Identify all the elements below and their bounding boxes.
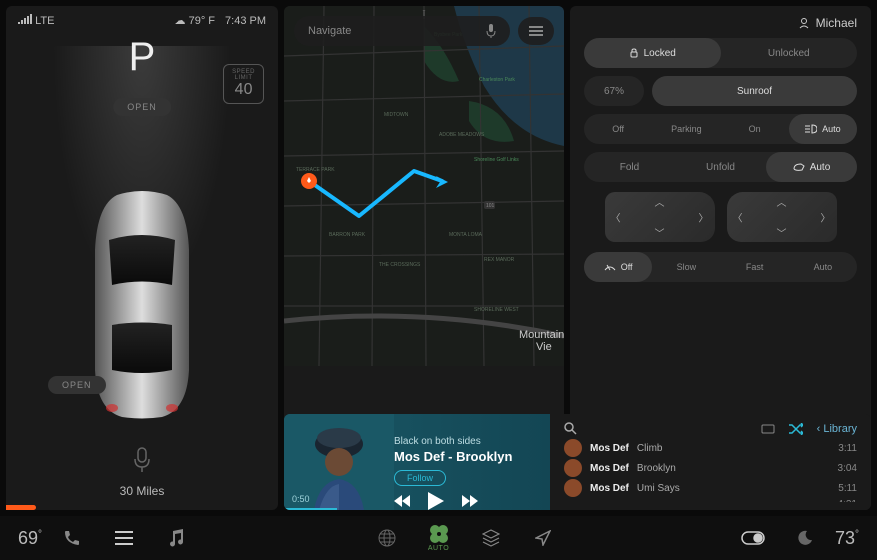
avatar xyxy=(564,439,582,457)
wiper-icon xyxy=(604,263,616,271)
chevron-right-icon[interactable]: 〉 xyxy=(821,210,831,225)
mirror-icon xyxy=(793,163,805,171)
track-row[interactable]: Mos DefUmi Says5:11 xyxy=(564,479,857,497)
lock-option-locked[interactable]: Locked xyxy=(584,38,721,68)
media-panel: Black on both sides Mos Def - Brooklyn F… xyxy=(284,414,871,510)
night-mode-button[interactable] xyxy=(783,530,827,546)
bottom-dock: 69° AUTO 73° xyxy=(0,516,877,560)
svg-text:Shoreline Golf Links: Shoreline Golf Links xyxy=(474,157,519,163)
mirrors-auto[interactable]: Auto xyxy=(766,152,857,182)
mic-button[interactable] xyxy=(6,437,278,480)
lock-option-unlocked[interactable]: Unlocked xyxy=(721,48,858,59)
avatar xyxy=(564,459,582,477)
wiper-off[interactable]: Off xyxy=(584,252,652,282)
sunroof-button[interactable]: Sunroof xyxy=(652,76,857,106)
user-icon xyxy=(798,17,810,29)
chevron-down-icon[interactable]: ﹀ xyxy=(655,225,665,240)
play-button[interactable] xyxy=(428,492,444,510)
weather: ☁ 79° F xyxy=(175,14,215,27)
lights-parking[interactable]: Parking xyxy=(652,124,720,134)
queue-icon[interactable] xyxy=(761,424,775,434)
map-canvas[interactable]: Byxbee Park Charleston Park MIDTOWN ADOB… xyxy=(284,6,564,366)
headlight-icon xyxy=(805,124,817,134)
svg-text:MONTA LOMA: MONTA LOMA xyxy=(449,232,483,238)
svg-text:MIDTOWN: MIDTOWN xyxy=(384,112,409,118)
user-profile[interactable]: Michael xyxy=(584,16,857,30)
left-mirror-adjust[interactable]: ︿ ﹀ 〈 〉 xyxy=(605,192,715,242)
navigate-input[interactable]: Navigate xyxy=(294,16,510,46)
svg-text:SHORELINE WEST: SHORELINE WEST xyxy=(474,307,519,313)
battery-accent xyxy=(6,505,36,510)
progress-bar[interactable] xyxy=(284,508,337,510)
track-title: Mos Def - Brooklyn xyxy=(394,449,542,464)
music-button[interactable] xyxy=(154,529,198,547)
chevron-down-icon[interactable]: ﹀ xyxy=(777,225,787,240)
range-display: 30 Miles xyxy=(6,480,278,510)
driver-temp[interactable]: 69° xyxy=(18,528,42,549)
lights-on[interactable]: On xyxy=(721,124,789,134)
svg-text:REX MANOR: REX MANOR xyxy=(484,257,515,263)
svg-text:THE CROSSINGS: THE CROSSINGS xyxy=(379,262,421,268)
climate-auto-button[interactable]: AUTO xyxy=(417,524,461,552)
lock-icon xyxy=(629,48,639,58)
mic-icon[interactable] xyxy=(486,24,496,38)
lights-toggle: Off Parking On Auto xyxy=(584,114,857,144)
mirrors-mode-toggle: Fold Unfold Auto xyxy=(584,152,857,182)
signal-indicator: LTE xyxy=(18,14,54,27)
search-icon[interactable] xyxy=(564,422,577,435)
track-row[interactable]: Mos DefBrooklyn3:04 xyxy=(564,459,857,477)
car-panel: LTE ☁ 79° F 7:43 PM P SPEEDLIMIT 40 OPEN xyxy=(6,6,278,510)
right-mirror-adjust[interactable]: ︿ ﹀ 〈 〉 xyxy=(727,192,837,242)
map-menu-button[interactable] xyxy=(518,17,554,45)
navigation-button[interactable] xyxy=(521,530,565,546)
svg-text:Mountain: Mountain xyxy=(519,329,564,341)
elapsed-time: 0:50 xyxy=(292,494,310,504)
avatar xyxy=(564,479,582,497)
passenger-temp[interactable]: 73° xyxy=(835,528,859,549)
chevron-right-icon[interactable]: 〉 xyxy=(699,210,709,225)
next-button[interactable] xyxy=(462,495,478,507)
track-row[interactable]: -4:21 xyxy=(564,499,857,502)
lock-toggle: Locked Unlocked xyxy=(584,38,857,68)
previous-button[interactable] xyxy=(394,495,410,507)
album-name: Black on both sides xyxy=(394,436,542,447)
menu-button[interactable] xyxy=(102,531,146,545)
toggle-button[interactable] xyxy=(731,531,775,545)
wiper-fast[interactable]: Fast xyxy=(721,262,789,272)
status-bar: LTE ☁ 79° F 7:43 PM xyxy=(6,6,278,35)
svg-text:101: 101 xyxy=(486,203,495,209)
wiper-auto[interactable]: Auto xyxy=(789,262,857,272)
trunk-button[interactable]: OPEN xyxy=(48,376,106,394)
svg-text:ADOBE MEADOWS: ADOBE MEADOWS xyxy=(439,132,485,138)
track-row[interactable]: Mos DefClimb3:11 xyxy=(564,439,857,457)
browser-button[interactable] xyxy=(365,529,409,547)
svg-text:BARRON PARK: BARRON PARK xyxy=(329,232,366,238)
chevron-left-icon[interactable]: 〈 xyxy=(611,210,621,225)
mirrors-fold[interactable]: Fold xyxy=(584,162,675,173)
wiper-slow[interactable]: Slow xyxy=(652,262,720,272)
chevron-left-icon[interactable]: 〈 xyxy=(733,210,743,225)
follow-button[interactable]: Follow xyxy=(394,470,446,486)
mirrors-unfold[interactable]: Unfold xyxy=(675,162,766,173)
svg-text:TERRACE PARK: TERRACE PARK xyxy=(296,167,335,173)
lights-auto[interactable]: Auto xyxy=(789,114,857,144)
clock: 7:43 PM xyxy=(225,15,266,27)
chevron-up-icon[interactable]: ︿ xyxy=(655,194,665,209)
phone-button[interactable] xyxy=(50,529,94,547)
car-visualization xyxy=(6,80,278,437)
chevron-up-icon[interactable]: ︿ xyxy=(777,194,787,209)
sunroof-percentage[interactable]: 67% xyxy=(584,76,644,106)
lights-off[interactable]: Off xyxy=(584,124,652,134)
svg-text:Vie: Vie xyxy=(536,341,552,353)
layers-button[interactable] xyxy=(469,529,513,547)
track-list: Mos DefClimb3:11 Mos DefBrooklyn3:04 Mos… xyxy=(564,439,857,502)
svg-text:Charleston Park: Charleston Park xyxy=(479,77,515,83)
library-link[interactable]: ‹ Library xyxy=(817,423,857,435)
shuffle-icon[interactable] xyxy=(789,423,803,435)
wiper-toggle: Off Slow Fast Auto xyxy=(584,252,857,282)
